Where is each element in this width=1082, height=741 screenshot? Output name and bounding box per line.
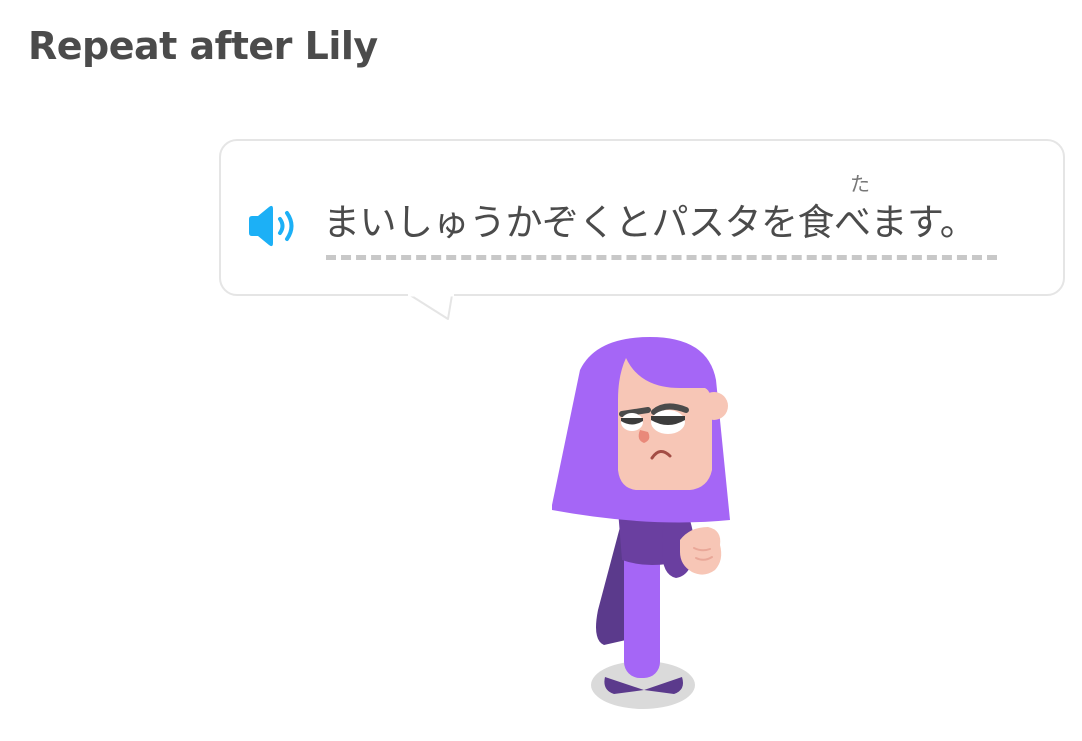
lily-character-illustration [552, 337, 730, 709]
